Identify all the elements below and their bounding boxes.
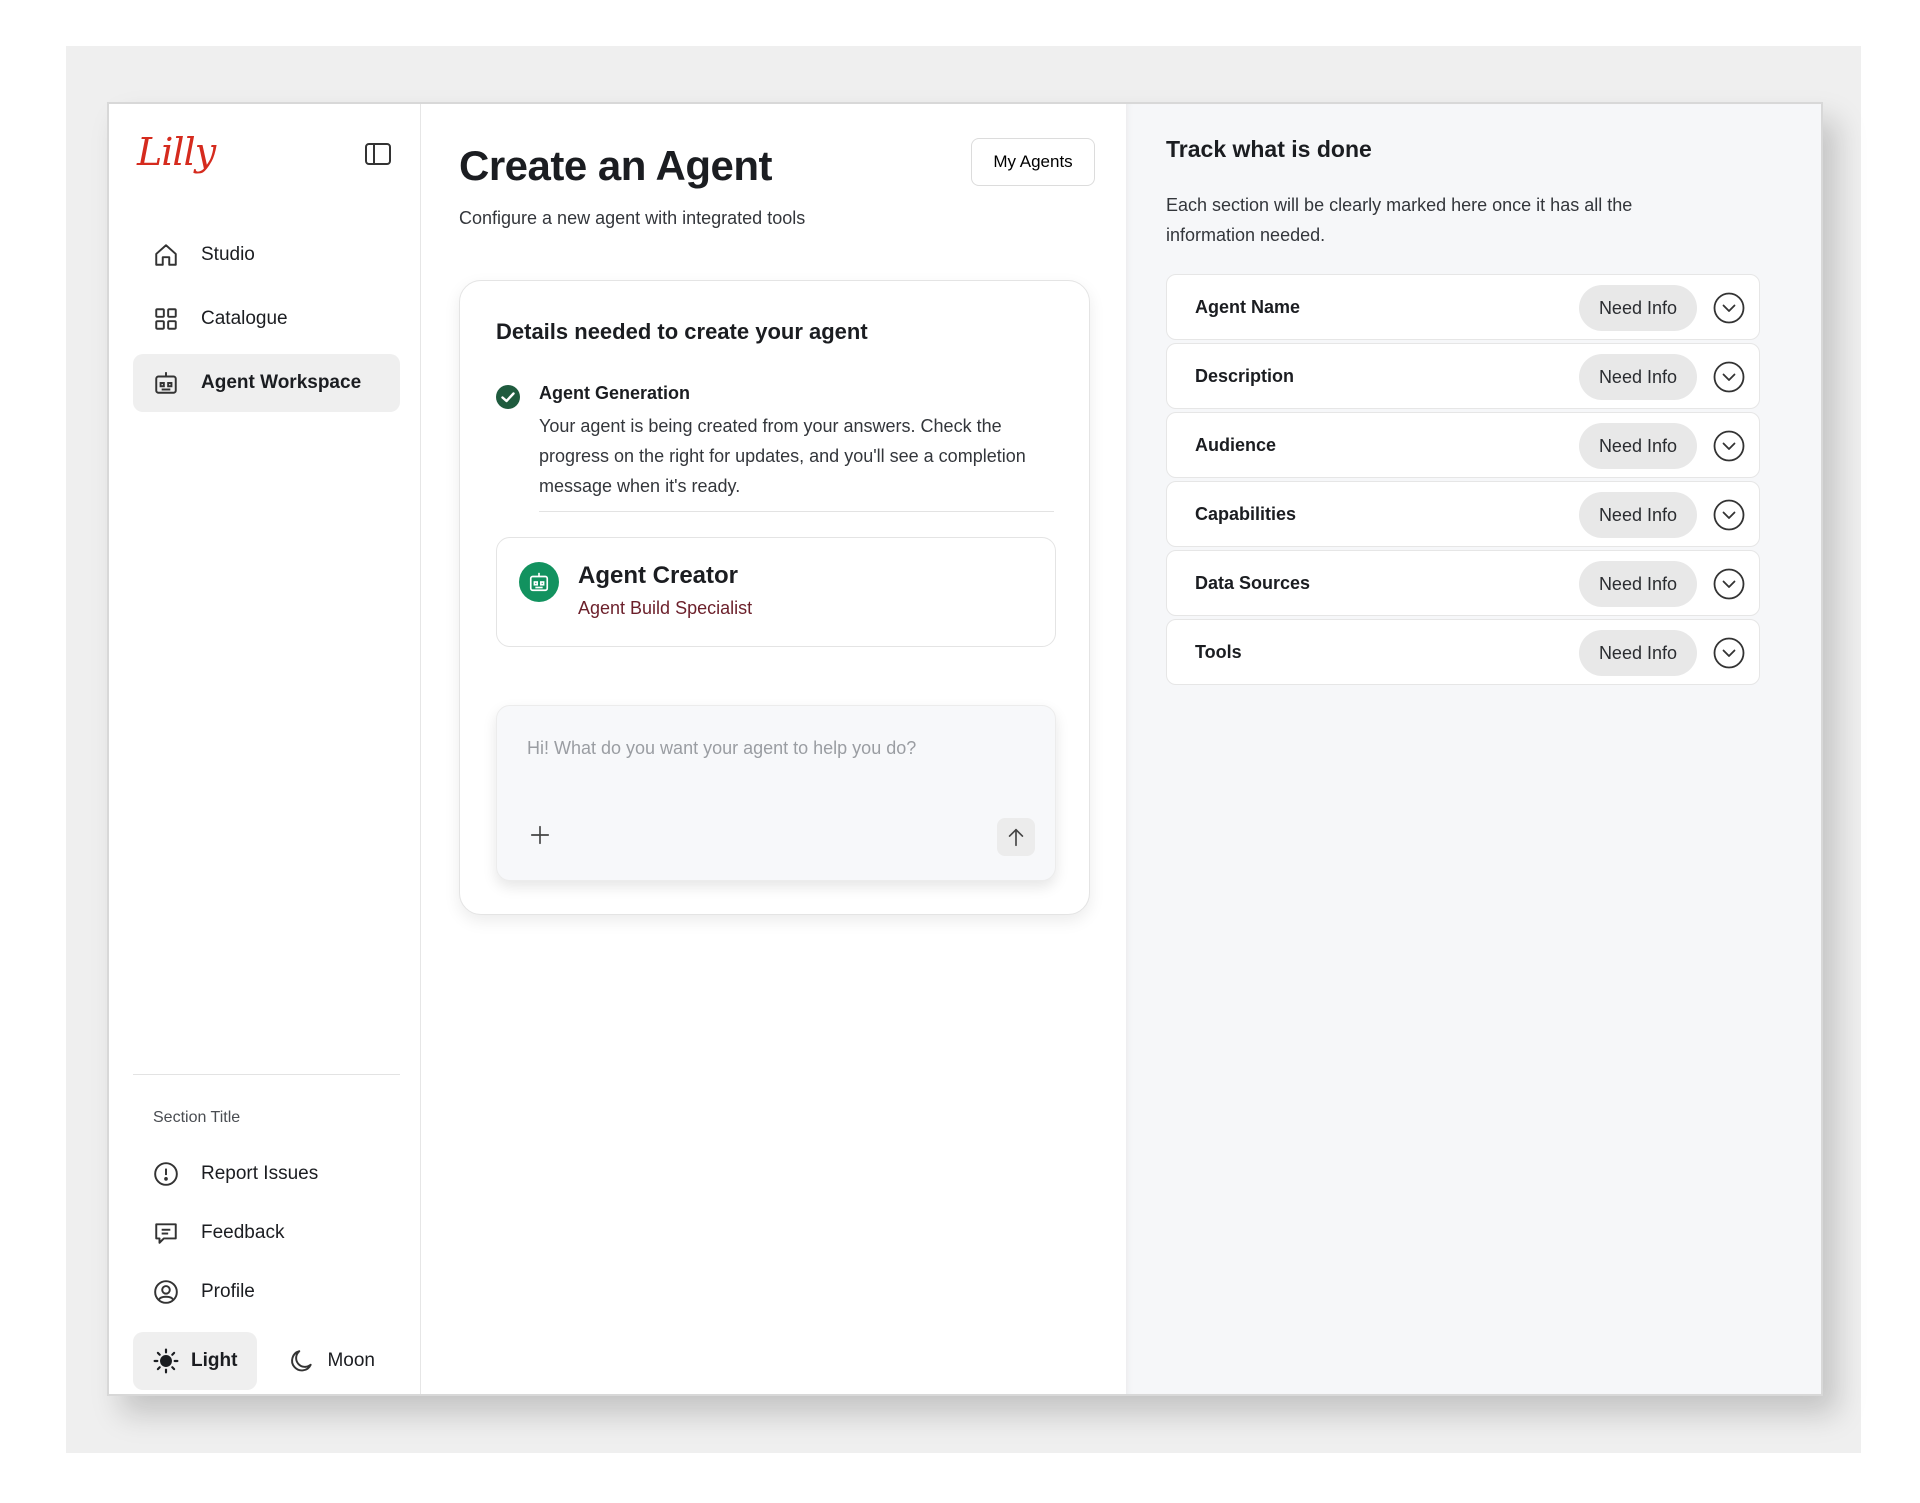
status-badge: Need Info: [1578, 285, 1697, 331]
track-row-agent-name[interactable]: Agent Name Need Info: [1166, 274, 1760, 340]
app-window: Lilly Studio Catalogue Agent Workspace S…: [107, 102, 1823, 1396]
status-badge: Need Info: [1578, 561, 1697, 607]
chevron-down-icon[interactable]: [1713, 499, 1745, 531]
sidebar-item-label: Agent Workspace: [201, 372, 362, 393]
sidebar-item-profile[interactable]: Profile: [133, 1265, 400, 1318]
track-row-tools[interactable]: Tools Need Info: [1166, 619, 1760, 685]
robot-icon: [519, 562, 559, 602]
agent-generation-title: Agent Generation: [539, 383, 691, 403]
message-icon: [155, 1222, 177, 1244]
chevron-down-icon[interactable]: [1713, 292, 1745, 324]
chat-composer: [496, 705, 1056, 881]
robot-icon: [155, 372, 177, 394]
chevron-down-icon[interactable]: [1713, 568, 1745, 600]
theme-light-button[interactable]: Light: [133, 1332, 258, 1390]
alert-circle-icon: [154, 1161, 178, 1186]
track-row-label: Capabilities: [1195, 503, 1297, 524]
brand-logo[interactable]: Lilly: [137, 130, 216, 174]
check-circle-icon: [496, 385, 520, 409]
sidebar-item-label: Report Issues: [201, 1162, 319, 1184]
arrow-up-icon: [1008, 828, 1024, 847]
sidebar-item-catalogue[interactable]: Catalogue: [133, 290, 400, 348]
sidebar-item-label: Catalogue: [201, 308, 288, 329]
user-circle-icon: [154, 1279, 178, 1304]
chevron-down-icon[interactable]: [1713, 361, 1745, 393]
sidebar: Lilly Studio Catalogue Agent Workspace S…: [109, 104, 421, 1394]
track-row-audience[interactable]: Audience Need Info: [1166, 412, 1760, 478]
status-badge: Need Info: [1578, 630, 1697, 676]
track-row-label: Description: [1195, 365, 1295, 386]
details-card: Details needed to create your agent Agen…: [459, 280, 1090, 915]
track-row-data-sources[interactable]: Data Sources Need Info: [1166, 550, 1760, 616]
home-icon: [155, 244, 177, 266]
status-badge: Need Info: [1578, 354, 1697, 400]
progress-panel: Track what is done Each section will be …: [1126, 104, 1821, 1394]
sidebar-item-feedback[interactable]: Feedback: [133, 1206, 400, 1259]
sidebar-section-title: Section Title: [153, 1109, 241, 1126]
page-subtitle: Configure a new agent with integrated to…: [459, 208, 806, 228]
moon-icon: [291, 1350, 313, 1372]
status-badge: Need Info: [1578, 423, 1697, 469]
track-row-capabilities[interactable]: Capabilities Need Info: [1166, 481, 1760, 547]
details-divider: [539, 511, 1054, 512]
chevron-down-icon[interactable]: [1713, 637, 1745, 669]
sun-icon: [153, 1348, 179, 1374]
agent-creator-card: Agent Creator Agent Build Specialist: [496, 537, 1056, 647]
theme-moon-label: Moon: [327, 1350, 375, 1371]
sidebar-item-studio[interactable]: Studio: [133, 226, 400, 284]
page-title: Create an Agent: [459, 142, 773, 189]
status-badge: Need Info: [1578, 492, 1697, 538]
track-row-label: Agent Name: [1195, 296, 1301, 317]
track-row-label: Audience: [1195, 434, 1277, 455]
agent-creator-role: Agent Build Specialist: [578, 598, 753, 618]
sidebar-toggle-icon[interactable]: [364, 140, 392, 168]
track-description: Each section will be clearly marked here…: [1166, 195, 1633, 245]
grid-icon: [155, 308, 177, 330]
theme-light-label: Light: [191, 1350, 238, 1371]
sidebar-item-label: Studio: [201, 244, 255, 265]
theme-moon-button[interactable]: Moon: [269, 1332, 395, 1390]
track-title: Track what is done: [1166, 136, 1372, 162]
track-row-description[interactable]: Description Need Info: [1166, 343, 1760, 409]
plus-icon[interactable]: [525, 820, 555, 850]
sidebar-divider: [133, 1074, 400, 1075]
track-row-label: Data Sources: [1195, 572, 1311, 593]
sidebar-item-label: Profile: [201, 1280, 255, 1302]
track-row-label: Tools: [1195, 641, 1242, 662]
track-list: Agent Name Need Info Description Need In…: [1166, 274, 1760, 688]
sidebar-nav: Studio Catalogue Agent Workspace: [133, 226, 400, 418]
main-content: Create an Agent Configure a new agent wi…: [421, 104, 1126, 1394]
agent-creator-name: Agent Creator: [578, 562, 739, 589]
sidebar-bottom-nav: Report Issues Feedback Profile: [133, 1147, 400, 1324]
sidebar-item-label: Feedback: [201, 1221, 285, 1243]
send-button[interactable]: [997, 818, 1035, 856]
chevron-down-icon[interactable]: [1713, 430, 1745, 462]
sidebar-item-report-issues[interactable]: Report Issues: [133, 1147, 400, 1200]
details-heading: Details needed to create your agent: [496, 319, 868, 344]
my-agents-button[interactable]: My Agents: [971, 138, 1095, 186]
theme-switcher: Light Moon: [133, 1332, 395, 1390]
sidebar-item-agent-workspace[interactable]: Agent Workspace: [133, 354, 400, 412]
chat-input[interactable]: [527, 728, 1027, 768]
agent-generation-text: Your agent is being created from your an…: [539, 416, 1026, 496]
